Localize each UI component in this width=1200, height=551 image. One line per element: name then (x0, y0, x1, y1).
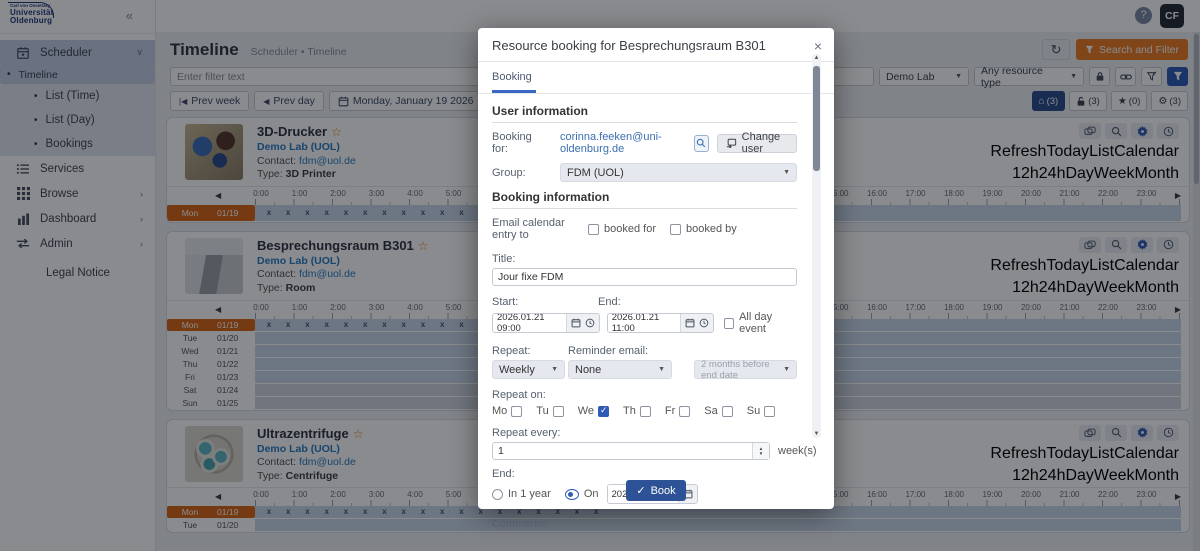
chevron-down-icon: ▼ (783, 169, 790, 176)
tab-booking[interactable]: Booking (492, 71, 536, 93)
app-root: Carl von Ossietzky Universität Oldenburg… (0, 0, 1200, 551)
modal-scrollbar[interactable]: ▲ ▼ (812, 54, 821, 438)
weekday-mo-checkbox[interactable] (511, 406, 522, 417)
chevron-down-icon: ▼ (783, 366, 790, 373)
end-datetime-group: 2026.01.21 11:00 (607, 313, 714, 333)
start-datetime-group: 2026.01.21 09:00 (492, 313, 600, 333)
end-datetime-value[interactable]: 2026.01.21 11:00 (608, 314, 680, 332)
repeat-on-weekdays: Mo Tu We Th Fr Sa Su (492, 405, 797, 417)
scroll-up-icon[interactable]: ▲ (812, 55, 821, 61)
booking-for-email[interactable]: corinna.feeken@uni-oldenburg.de (560, 131, 691, 155)
weekday-label: Fr (665, 405, 675, 417)
all-day-checkbox[interactable] (724, 318, 734, 329)
weekday-label: Mo (492, 405, 507, 417)
user-search-button[interactable] (694, 135, 709, 152)
repeat-every-input[interactable] (492, 442, 770, 460)
weekday-th-checkbox[interactable] (640, 406, 651, 417)
repeat-select[interactable]: Weekly▼ (492, 360, 565, 379)
search-icon (696, 138, 706, 148)
modal-scrollbar-thumb[interactable] (813, 66, 820, 171)
start-datetime-value[interactable]: 2026.01.21 09:00 (493, 314, 566, 332)
modal-title: Resource booking for Besprechungsraum B3… (492, 38, 766, 53)
check-icon: ✓ (636, 484, 645, 497)
section-booking-information: Booking information (492, 190, 797, 209)
clock-icon[interactable] (585, 318, 595, 328)
reminder-offset-select: 2 months before end date▼ (694, 360, 797, 379)
booking-title-input[interactable] (492, 268, 797, 286)
weekday-label: We (578, 405, 594, 417)
chevron-down-icon: ▼ (658, 366, 665, 373)
stepper-control[interactable]: ▲▼ (752, 443, 769, 459)
scroll-down-icon[interactable]: ▼ (812, 431, 821, 437)
booked-for-checkbox[interactable] (588, 224, 599, 235)
weekday-label: Tu (536, 405, 548, 417)
calendar-icon[interactable] (685, 318, 695, 328)
weekday-tu-checkbox[interactable] (553, 406, 564, 417)
chevron-down-icon: ▼ (551, 366, 558, 373)
section-user-information: User information (492, 104, 797, 123)
reminder-select[interactable]: None▼ (568, 360, 672, 379)
weekday-label: Th (623, 405, 636, 417)
group-select[interactable]: FDM (UOL)▼ (560, 163, 797, 182)
booking-modal: Resource booking for Besprechungsraum B3… (478, 28, 834, 509)
clock-icon[interactable] (699, 318, 709, 328)
booked-by-checkbox[interactable] (670, 224, 681, 235)
weekday-we-checkbox[interactable] (598, 406, 609, 417)
weekday-sa-checkbox[interactable] (722, 406, 733, 417)
weekday-label: Su (747, 405, 760, 417)
calendar-icon[interactable] (571, 318, 581, 328)
weekday-fr-checkbox[interactable] (679, 406, 690, 417)
stepper-down-icon[interactable]: ▼ (759, 451, 763, 456)
weekday-su-checkbox[interactable] (764, 406, 775, 417)
book-button[interactable]: ✓Book (626, 480, 685, 501)
weekday-label: Sa (704, 405, 717, 417)
switch-user-icon (726, 138, 737, 148)
change-user-button[interactable]: Change user (717, 134, 797, 153)
close-icon[interactable]: × (814, 40, 822, 52)
